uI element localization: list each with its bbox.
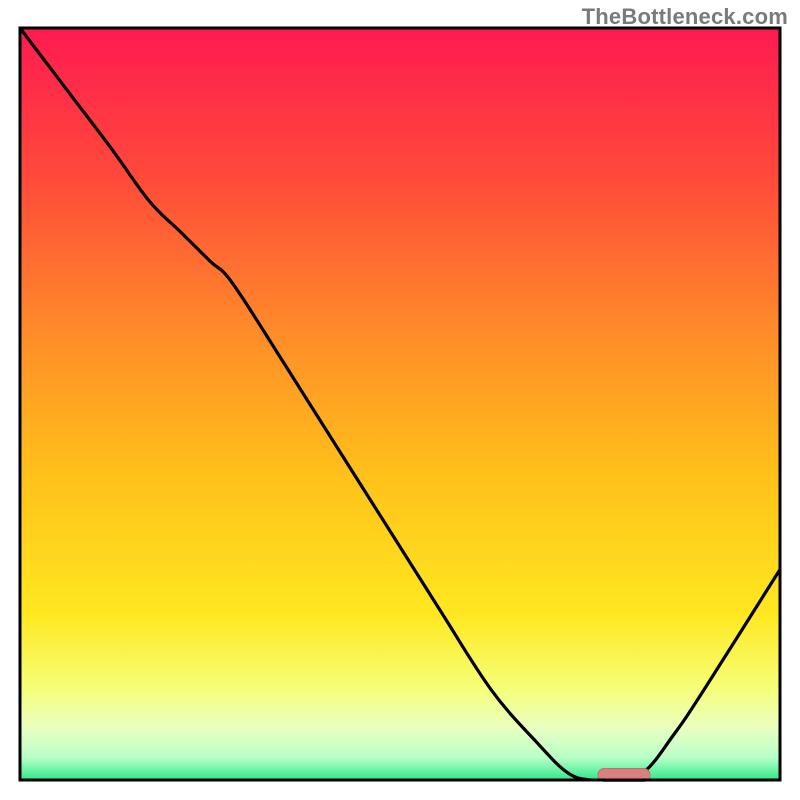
watermark-text: TheBottleneck.com: [582, 4, 788, 30]
chart-container: TheBottleneck.com: [0, 0, 800, 800]
bottleneck-chart: [0, 0, 800, 800]
gradient-background: [20, 28, 780, 780]
